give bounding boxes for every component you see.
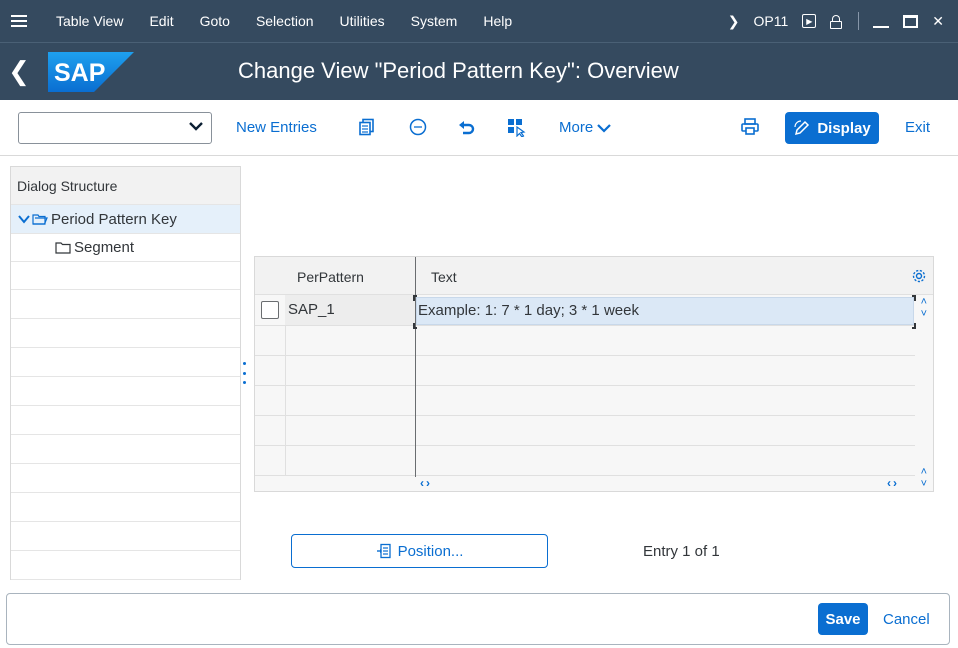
cell-perpattern[interactable]: SAP_1 <box>285 295 415 325</box>
position-button[interactable]: Position... <box>291 534 548 568</box>
chevron-down-icon <box>597 124 612 133</box>
table-header: PerPattern Text <box>255 257 933 295</box>
copy-icon[interactable] <box>356 116 378 138</box>
transaction-code: OP11 <box>753 13 789 29</box>
cancel-button[interactable]: Cancel <box>883 611 930 628</box>
column-header-text[interactable]: Text <box>431 269 457 285</box>
scroll-up-icon[interactable]: ˄ <box>921 297 927 308</box>
column-header-perpattern[interactable]: PerPattern <box>297 269 364 285</box>
minimize-icon[interactable] <box>873 14 890 28</box>
menu-system[interactable]: System <box>411 13 458 29</box>
menu-goto[interactable]: Goto <box>200 13 230 29</box>
select-all-icon[interactable] <box>505 116 527 138</box>
tree-item-label: Segment <box>74 239 135 256</box>
print-icon[interactable] <box>739 116 761 138</box>
table-row[interactable]: SAP_1 Example: 1: 7 * 1 day; 3 * 1 week <box>255 295 933 325</box>
lock-icon[interactable] <box>830 14 843 29</box>
tree-item-period-pattern-key[interactable]: Period Pattern Key <box>11 205 240 234</box>
empty-tree-rows <box>11 261 240 580</box>
save-button[interactable]: Save <box>818 603 868 635</box>
menu-selection[interactable]: Selection <box>256 13 314 29</box>
gear-icon[interactable] <box>911 268 927 284</box>
scroll-down-icon[interactable]: ˅ <box>921 309 927 320</box>
cell-text[interactable]: Example: 1: 7 * 1 day; 3 * 1 week <box>416 297 914 325</box>
cell-bracket <box>413 323 417 329</box>
page-title: Change View "Period Pattern Key": Overvi… <box>238 58 679 83</box>
scroll-down-icon[interactable]: ˅ <box>921 479 927 490</box>
exit-button[interactable]: Exit <box>905 119 930 136</box>
maximize-icon[interactable] <box>903 14 919 28</box>
row-divider <box>255 415 915 416</box>
horizontal-scroll-icon[interactable]: ‹› <box>420 476 432 490</box>
folder-icon <box>55 241 71 254</box>
row-divider <box>255 355 915 356</box>
display-edit-icon <box>794 120 810 136</box>
period-pattern-table: PerPattern Text SAP_1 Example: 1: 7 * 1 … <box>254 256 934 492</box>
panel-splitter-handle[interactable] <box>242 362 246 384</box>
cell-bracket <box>912 323 916 329</box>
menu-edit[interactable]: Edit <box>149 13 173 29</box>
run-icon[interactable]: ▶ <box>802 14 817 28</box>
undo-icon[interactable] <box>456 116 478 138</box>
hamburger-menu-icon[interactable] <box>0 0 38 42</box>
cell-bracket <box>912 295 916 301</box>
back-icon[interactable]: ❮ <box>0 43 38 101</box>
delete-icon[interactable] <box>407 116 429 138</box>
more-label: More <box>559 119 594 136</box>
row-divider <box>255 445 915 446</box>
command-field[interactable] <box>18 112 212 144</box>
more-button[interactable]: More <box>559 119 612 136</box>
cell-bracket <box>413 295 417 301</box>
scroll-up-icon[interactable]: ˄ <box>921 467 927 478</box>
new-entries-button[interactable]: New Entries <box>236 119 317 136</box>
tree-item-segment[interactable]: Segment <box>11 234 240 261</box>
row-select-checkbox[interactable] <box>261 301 279 319</box>
position-label: Position... <box>397 542 464 560</box>
svg-text:SAP: SAP <box>54 59 105 87</box>
sap-logo: SAP <box>48 51 134 92</box>
row-divider <box>255 325 915 326</box>
position-icon <box>376 543 391 559</box>
row-divider <box>255 385 915 386</box>
expand-chevron-icon[interactable] <box>17 213 31 225</box>
menu-separator <box>858 12 860 30</box>
folder-open-icon <box>32 214 48 225</box>
chevron-down-icon[interactable] <box>189 119 203 133</box>
menu-bar: Table View Edit Goto Selection Utilities… <box>0 0 958 42</box>
title-bar: ❮ SAP Change View "Period Pattern Key": … <box>0 42 958 100</box>
column-divider-main <box>415 257 416 477</box>
menu-table-view[interactable]: Table View <box>56 13 123 29</box>
menu-help[interactable]: Help <box>483 13 512 29</box>
row-divider <box>255 475 915 476</box>
entry-count: Entry 1 of 1 <box>643 543 720 560</box>
dialog-structure-panel: Dialog Structure Period Pattern Key Segm… <box>10 166 241 580</box>
command-input[interactable] <box>19 113 211 143</box>
dialog-structure-header: Dialog Structure <box>11 167 240 205</box>
display-label: Display <box>817 119 871 137</box>
menu-utilities[interactable]: Utilities <box>340 13 385 29</box>
horizontal-scroll-icon[interactable]: ‹› <box>887 476 899 490</box>
close-icon[interactable]: ✕ <box>932 14 944 28</box>
tree-item-label: Period Pattern Key <box>51 210 177 228</box>
display-button[interactable]: Display <box>785 112 879 144</box>
chevron-right-icon[interactable]: ❯ <box>728 13 740 30</box>
footer-bar <box>6 593 950 645</box>
